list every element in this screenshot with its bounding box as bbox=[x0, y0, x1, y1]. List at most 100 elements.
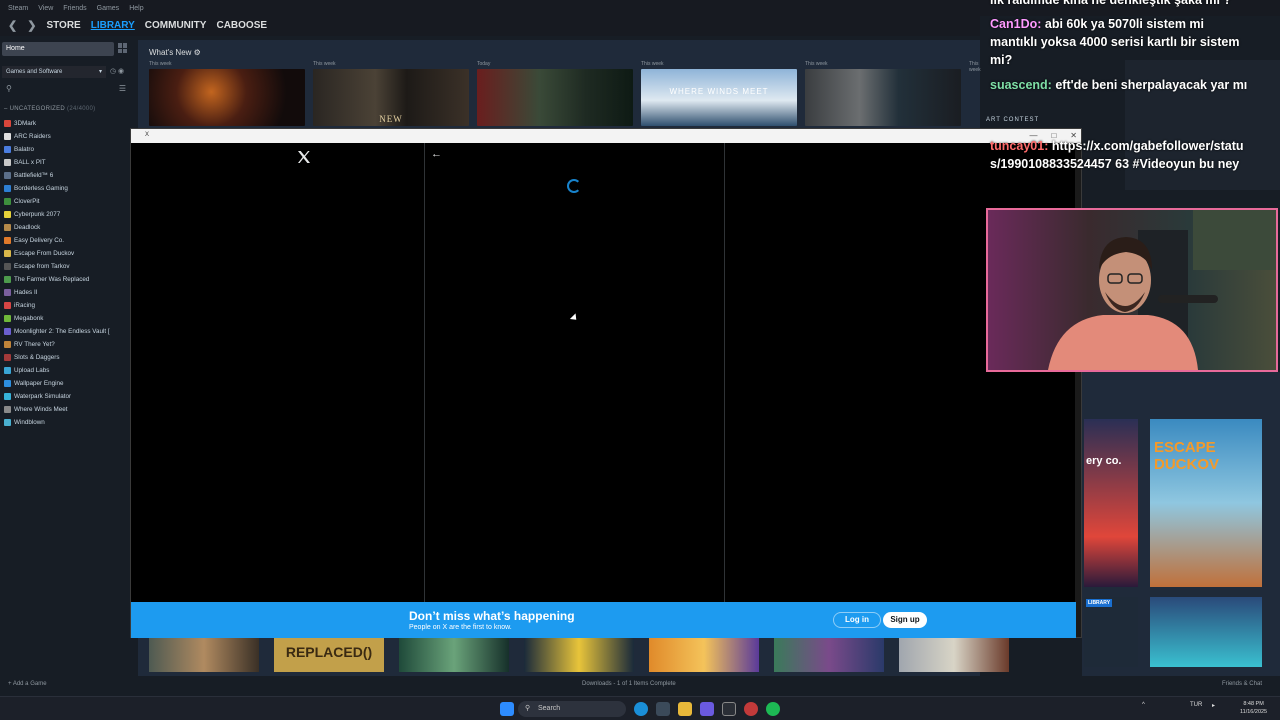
sidebar-game-item[interactable]: Escape from Tarkov bbox=[4, 260, 134, 273]
bottom-shelf: REPLACED() bbox=[149, 638, 1009, 672]
steam-icon[interactable] bbox=[656, 702, 670, 716]
game-tile[interactable]: LIBRARY bbox=[1084, 597, 1138, 667]
sidebar-game-item[interactable]: Battlefield™ 6 bbox=[4, 169, 134, 182]
friends-chat-button[interactable]: Friends & Chat bbox=[1222, 681, 1262, 687]
sidebar-game-item[interactable]: iRacing bbox=[4, 299, 134, 312]
sidebar-game-item[interactable]: Upload Labs bbox=[4, 364, 134, 377]
news-tile[interactable] bbox=[149, 69, 305, 126]
sidebar-game-item[interactable]: Wallpaper Engine bbox=[4, 377, 134, 390]
add-game-button[interactable]: + Add a Game bbox=[8, 681, 47, 687]
spotify-icon[interactable] bbox=[766, 702, 780, 716]
gear-icon[interactable]: ⚙ bbox=[194, 48, 201, 57]
game-icon bbox=[4, 354, 11, 361]
game-tile[interactable] bbox=[649, 638, 759, 672]
search-input[interactable]: ⚲ ☰ bbox=[2, 84, 132, 96]
game-tile[interactable]: REPLACED() bbox=[274, 638, 384, 672]
shelf-label: This week bbox=[805, 61, 828, 67]
game-label: Escape From Duckov bbox=[14, 250, 75, 257]
x-logo-icon[interactable] bbox=[296, 149, 312, 165]
x-browser-window: X — □ ✕ ← Don’t miss what’s happening Pe… bbox=[130, 128, 1082, 638]
x-page: ← bbox=[131, 143, 1076, 602]
sort-icons[interactable]: ◷ ◉ bbox=[110, 67, 124, 75]
sidebar-game-item[interactable]: Waterpark Simulator bbox=[4, 390, 134, 403]
sidebar-game-item[interactable]: Moonlighter 2: The Endless Vault [ bbox=[4, 325, 134, 338]
signup-button[interactable]: Sign up bbox=[883, 612, 927, 628]
nav-library[interactable]: LIBRARY bbox=[91, 20, 135, 31]
sidebar-game-item[interactable]: Megabonk bbox=[4, 312, 134, 325]
sidebar-game-item[interactable]: Cyberpunk 2077 bbox=[4, 208, 134, 221]
tile-caption: ESCAPE DUCKOV bbox=[1154, 439, 1220, 473]
sidebar-game-item[interactable]: Escape From Duckov bbox=[4, 247, 134, 260]
game-icon bbox=[4, 315, 11, 322]
sidebar-game-item[interactable]: RV There Yet? bbox=[4, 338, 134, 351]
terminal-icon[interactable] bbox=[722, 702, 736, 716]
input-language[interactable]: TUR bbox=[1190, 702, 1202, 708]
back-arrow-icon[interactable]: ← bbox=[431, 148, 442, 160]
menu-games[interactable]: Games bbox=[97, 5, 120, 12]
game-label: Upload Labs bbox=[14, 367, 50, 374]
sidebar-game-item[interactable]: Deadlock bbox=[4, 221, 134, 234]
sidebar-game-item[interactable]: Borderless Gaming bbox=[4, 182, 134, 195]
game-label: Windblown bbox=[14, 419, 45, 426]
sidebar-game-item[interactable]: Where Winds Meet bbox=[4, 403, 134, 416]
downloads-status[interactable]: Downloads - 1 of 1 Items Complete bbox=[582, 681, 676, 687]
sidebar-game-item[interactable]: Easy Delivery Co. bbox=[4, 234, 134, 247]
game-list: 3DMark ARC Raiders Balatro BALL x PIT Battle… bbox=[4, 117, 134, 429]
folder-icon[interactable] bbox=[678, 702, 692, 716]
obs-icon[interactable] bbox=[744, 702, 758, 716]
game-tile[interactable] bbox=[899, 638, 1009, 672]
menu-help[interactable]: Help bbox=[129, 5, 143, 12]
wifi-icon[interactable]: ▸ bbox=[1212, 702, 1215, 709]
game-tile[interactable] bbox=[524, 638, 634, 672]
sidebar-game-item[interactable]: Hades II bbox=[4, 286, 134, 299]
login-button[interactable]: Log in bbox=[833, 612, 881, 628]
game-tile[interactable]: ESCAPE DUCKOV bbox=[1150, 419, 1262, 587]
game-icon bbox=[4, 250, 11, 257]
game-tile[interactable] bbox=[399, 638, 509, 672]
sidebar-game-item[interactable]: 3DMark bbox=[4, 117, 134, 130]
sidebar-game-item[interactable]: Slots & Daggers bbox=[4, 351, 134, 364]
forward-icon[interactable]: ❯ bbox=[27, 19, 36, 32]
chat-message: tuncay01: https://x.com/gabefollower/sta… bbox=[990, 137, 1250, 173]
sidebar-game-item[interactable]: ARC Raiders bbox=[4, 130, 134, 143]
news-tile[interactable] bbox=[805, 69, 961, 126]
taskbar-search[interactable]: ⚲ Search bbox=[518, 701, 626, 717]
taskbar-clock[interactable]: 8:48 PM 11/16/2025 bbox=[1240, 700, 1267, 716]
sidebar-game-item[interactable]: The Farmer Was Replaced bbox=[4, 273, 134, 286]
news-tile[interactable]: WHERE WINDS MEET bbox=[641, 69, 797, 126]
filter-icon[interactable]: ☰ bbox=[119, 84, 126, 93]
chat-message: ilk raidimde kina ne denkleştik şaka mı … bbox=[990, 0, 1232, 7]
category-header[interactable]: – UNCATEGORIZED (24/4000) bbox=[4, 106, 95, 112]
game-tile[interactable] bbox=[149, 638, 259, 672]
grid-view-icon[interactable] bbox=[118, 43, 128, 53]
game-tile[interactable]: ery co. bbox=[1084, 419, 1138, 587]
home-button[interactable]: Home bbox=[2, 42, 114, 56]
edge-icon[interactable] bbox=[634, 702, 648, 716]
sidebar-game-item[interactable]: Windblown bbox=[4, 416, 134, 429]
sidebar-game-item[interactable]: BALL x PIT bbox=[4, 156, 134, 169]
tile-caption: NEW bbox=[379, 114, 403, 124]
back-icon[interactable]: ❮ bbox=[8, 19, 17, 32]
menu-steam[interactable]: Steam bbox=[8, 5, 28, 12]
game-label: Deadlock bbox=[14, 224, 41, 231]
news-tile[interactable]: NEW bbox=[313, 69, 469, 126]
game-icon bbox=[4, 367, 11, 374]
game-label: CloverPit bbox=[14, 198, 40, 205]
nav-user[interactable]: CABOOSE bbox=[216, 20, 267, 31]
game-tile[interactable] bbox=[1150, 597, 1262, 667]
game-icon bbox=[4, 224, 11, 231]
game-tile[interactable] bbox=[774, 638, 884, 672]
windows-start-icon[interactable] bbox=[500, 702, 514, 716]
games-filter-dropdown[interactable]: Games and Software ▾ bbox=[2, 66, 106, 78]
nav-community[interactable]: COMMUNITY bbox=[145, 20, 207, 31]
nav-store[interactable]: STORE bbox=[46, 20, 80, 31]
menu-friends[interactable]: Friends bbox=[63, 5, 86, 12]
menu-view[interactable]: View bbox=[38, 5, 53, 12]
sidebar-game-item[interactable]: CloverPit bbox=[4, 195, 134, 208]
news-tile[interactable] bbox=[477, 69, 633, 126]
collapse-icon: – bbox=[4, 106, 8, 112]
tray-chevron-icon[interactable]: ^ bbox=[1142, 702, 1145, 708]
sidebar-game-item[interactable]: Balatro bbox=[4, 143, 134, 156]
discord-icon[interactable] bbox=[700, 702, 714, 716]
game-label: Slots & Daggers bbox=[14, 354, 60, 361]
